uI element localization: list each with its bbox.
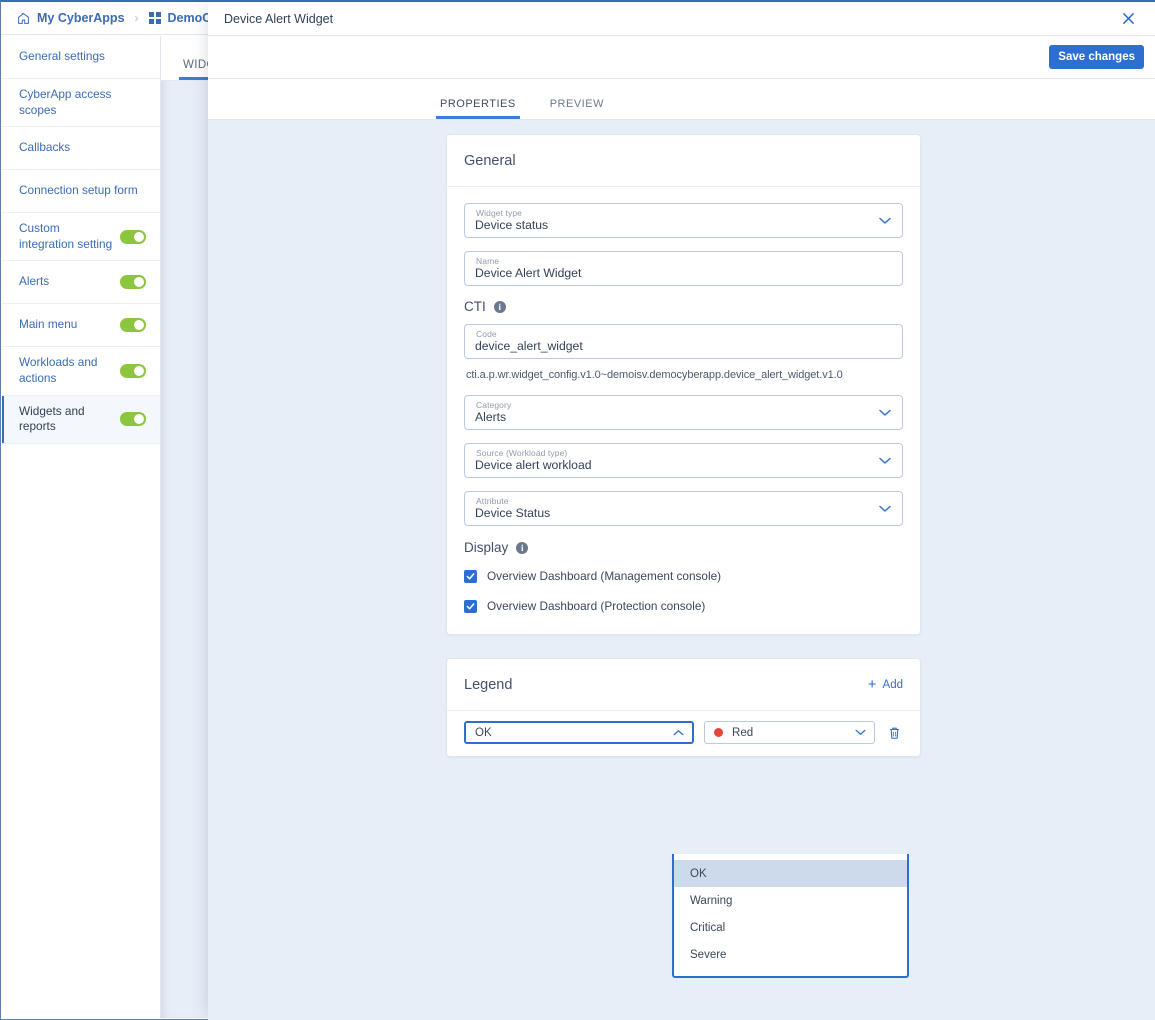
modal-tab-bar: PROPERTIES PREVIEW [208,79,1155,120]
dropdown-option-ok[interactable]: OK [674,860,907,887]
legend-card-title: Legend [464,676,513,693]
plus-icon: + [867,676,877,693]
chevron-up-icon [673,727,684,739]
legend-card-header: Legend + Add [447,659,920,711]
breadcrumb-separator: › [134,11,139,25]
sidebar-toggle-widgets-and-reports[interactable] [120,412,146,427]
grid-icon [148,12,161,24]
add-legend-button[interactable]: + Add [868,677,903,692]
sidebar-item-connection-setup-form[interactable]: Connection setup form [2,170,160,213]
dropdown-option-warning[interactable]: Warning [674,887,907,914]
chevron-down-icon [879,452,891,470]
sidebar-item-label: Connection setup form [19,182,138,197]
tab-properties[interactable]: PROPERTIES [436,98,520,119]
cti-heading-label: CTI [464,299,486,314]
general-card-title: General [464,152,516,169]
modal-action-bar: Save changes [208,36,1155,79]
modal-title: Device Alert Widget [224,11,334,26]
name-value: Device Alert Widget [475,266,582,280]
info-icon[interactable]: i [516,541,529,554]
widget-type-value: Device status [475,218,549,232]
sidebar-item-main-menu[interactable]: Main menu [2,304,160,347]
sidebar-item-general-settings[interactable]: General settings [2,36,160,79]
device-alert-widget-modal: Device Alert Widget Save changes PROPERT… [208,0,1155,1020]
sidebar-item-label: Widgets and reports [19,403,85,434]
save-changes-button[interactable]: Save changes [1049,44,1144,70]
sidebar-item-label: Workloads and actions [19,354,98,385]
cti-heading: CTI i [464,299,903,314]
checkbox-management-console[interactable] [464,569,477,583]
sidebar-toggle-main-menu[interactable] [120,317,146,332]
checkbox-row-management-console[interactable]: Overview Dashboard (Management console) [464,569,903,583]
sidebar-item-alerts[interactable]: Alerts [2,261,160,305]
close-icon[interactable] [1115,6,1141,32]
general-card-header: General [447,135,920,187]
name-label: Name [476,256,500,266]
display-heading-label: Display [464,540,509,555]
display-heading: Display i [464,540,903,555]
source-label: Source (Workload type) [476,448,568,458]
legend-value-select[interactable]: OK [464,721,695,744]
attribute-select[interactable]: Attribute Device Status [464,491,903,526]
dropdown-option-severe[interactable]: Severe [674,941,907,968]
breadcrumb-item-my-cyberapps[interactable]: My CyberApps [17,11,125,25]
legend-card: Legend + Add OK Red [446,658,921,757]
code-label: Code [476,329,497,339]
widget-type-select[interactable]: Widget type Device status [464,203,903,238]
category-label: Category [476,400,512,410]
chevron-down-icon [879,404,891,422]
sidebar-item-label: CyberApp access scopes [19,86,112,117]
checkbox-label: Overview Dashboard (Protection console) [487,599,706,613]
general-card: General Widget type Device status Name D… [446,134,921,635]
legend-value-text: OK [475,726,492,739]
info-icon[interactable]: i [493,300,506,313]
legend-row: OK Red [447,711,920,756]
code-field[interactable]: Code device_alert_widget [464,324,903,359]
sidebar-item-label: Alerts [19,274,50,289]
trash-icon[interactable] [885,726,903,740]
attribute-label: Attribute [476,496,509,506]
legend-value-dropdown[interactable]: OK Warning Critical Severe [672,854,909,978]
category-value: Alerts [475,410,507,424]
sidebar-item-custom-integration-setting[interactable]: Custom integration setting [2,213,160,262]
checkbox-label: Overview Dashboard (Management console) [487,569,722,583]
checkbox-protection-console[interactable] [464,599,477,613]
source-workload-type-select[interactable]: Source (Workload type) Device alert work… [464,443,903,478]
source-value: Device alert workload [475,458,592,472]
legend-color-select[interactable]: Red [704,721,876,744]
legend-color-text: Red [732,726,754,739]
sidebar-toggle-workloads-and-actions[interactable] [120,363,146,378]
sidebar-item-callbacks[interactable]: Callbacks [2,127,160,171]
breadcrumb-label: My CyberApps [37,11,125,25]
sidebar-item-widgets-and-reports[interactable]: Widgets and reports [2,395,160,445]
dropdown-option-critical[interactable]: Critical [674,914,907,941]
home-icon [17,12,30,25]
checkbox-row-protection-console[interactable]: Overview Dashboard (Protection console) [464,599,903,613]
sidebar-item-cyberapp-access-scopes[interactable]: CyberApp access scopes [2,79,160,128]
modal-title-bar: Device Alert Widget [208,2,1155,36]
sidebar-item-workloads-and-actions[interactable]: Workloads and actions [2,347,160,396]
color-swatch-icon [714,728,724,737]
add-legend-label: Add [882,678,903,691]
code-value: device_alert_widget [475,339,583,353]
tab-preview[interactable]: PREVIEW [546,98,608,119]
sidebar-item-label: General settings [19,48,105,63]
general-card-body: Widget type Device status Name Device Al… [447,187,920,634]
name-field[interactable]: Name Device Alert Widget [464,251,903,286]
attribute-value: Device Status [475,506,551,520]
cti-string: cti.a.p.wr.widget_config.v1.0~demoisv.de… [466,369,843,381]
category-select[interactable]: Category Alerts [464,395,903,430]
chevron-down-icon [879,500,891,518]
sidebar-item-label: Custom integration setting [19,220,113,251]
chevron-down-icon [855,727,866,739]
modal-body: General Widget type Device status Name D… [208,120,1155,1020]
widget-type-label: Widget type [476,208,522,218]
sidebar: General settings CyberApp access scopes … [2,36,161,1018]
sidebar-item-label: Callbacks [19,140,71,155]
sidebar-item-label: Main menu [19,316,78,331]
sidebar-toggle-alerts[interactable] [120,275,146,290]
chevron-down-icon [879,212,891,230]
sidebar-toggle-custom-integration-setting[interactable] [120,229,146,244]
